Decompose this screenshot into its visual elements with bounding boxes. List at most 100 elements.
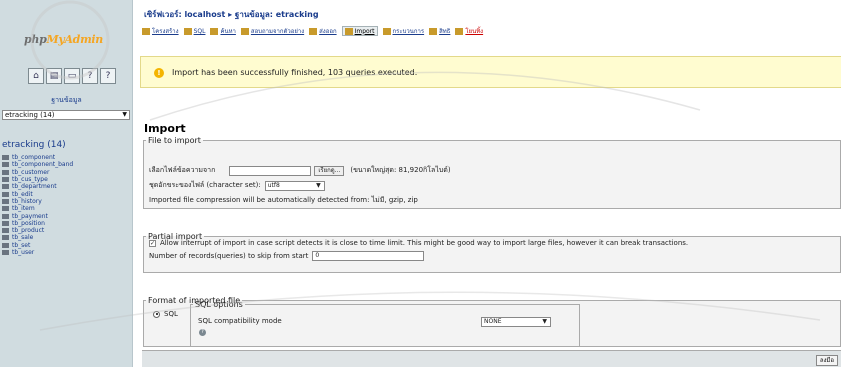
table-row[interactable]: tb_history [2, 198, 130, 205]
database-label: ฐานข้อมูล [51, 96, 82, 104]
tab-label: SQL [193, 27, 206, 35]
table-name: tb_set [12, 241, 31, 249]
table-icon [2, 220, 9, 226]
sql-format-radio[interactable] [153, 310, 160, 318]
table-icon [2, 228, 9, 234]
table-row[interactable]: tb_set [2, 242, 130, 249]
table-name: tb_position [12, 219, 45, 227]
table-icon [2, 169, 9, 175]
table-name: tb_component_band [12, 161, 74, 169]
sidebar-icon-row: ⌂ ▤ ▭ ? ? [28, 68, 116, 84]
tab-label: ส่งออก [319, 28, 337, 35]
table-row[interactable]: tb_item [2, 205, 130, 212]
browse-button[interactable]: เรียกดู... [314, 165, 345, 176]
table-name: tb_customer [12, 168, 50, 176]
database-select-value: etracking (14) [5, 111, 55, 119]
charset-select[interactable]: utf8 ▼ [264, 180, 325, 191]
breadcrumb[interactable]: เซิร์ฟเวอร์: localhost ▸ ฐานข้อมูล: etra… [144, 8, 319, 21]
tab-icon [429, 27, 438, 35]
tab-icon [183, 27, 192, 35]
tab-label: สอบถามจากตัวอย่าง [250, 28, 305, 35]
table-row[interactable]: tb_user [2, 249, 130, 256]
phpmyadmin-logo[interactable]: phpMyAdmin [24, 33, 104, 47]
skip-label: Number of records(queries) to skip from … [149, 252, 309, 260]
form-footer: ลงมือ [142, 350, 841, 367]
table-icon [2, 250, 9, 255]
table-row[interactable]: tb_product [2, 227, 130, 234]
tab-bar: โครงสร้าง SQL ค้นหา สอบถามจากตัวอย่าง ส่งออก… [142, 26, 483, 36]
sql-format-label: SQL [164, 310, 178, 318]
tab-label: โครงสร้าง [152, 28, 179, 35]
database-title-link[interactable]: etracking (14) [2, 140, 66, 150]
docs-icon[interactable]: ? [82, 68, 98, 84]
tab-icon [240, 27, 249, 35]
tab-label: Import [354, 27, 375, 35]
allow-interrupt-label: Allow interrupt of import in case script… [160, 239, 689, 247]
file-location-label: เลือกไฟล์ข้อความจาก [149, 166, 216, 174]
tab-1[interactable]: SQL [183, 26, 206, 36]
table-name: tb_payment [12, 212, 48, 220]
table-icon [2, 191, 9, 197]
notice-text: Import has been successfully finished, 1… [172, 68, 418, 77]
tab-4[interactable]: ส่งออก [309, 26, 337, 36]
charset-row: ชุดอักขระของไฟล์ (character set): utf8 ▼ [149, 180, 325, 191]
file-location-row: เลือกไฟล์ข้อความจาก เรียกดู... (ขนาดใหญ่… [149, 165, 451, 176]
table-row[interactable]: tb_sale [2, 234, 130, 241]
tab-icon [142, 27, 150, 35]
compat-select[interactable]: NONE ▼ [481, 317, 551, 327]
query-window-icon[interactable]: ▭ [64, 68, 80, 84]
tab-5[interactable]: Import [341, 26, 378, 36]
tab-8[interactable]: โยนทิ้ง [455, 26, 483, 36]
table-icon [2, 162, 9, 168]
table-icon [2, 206, 9, 212]
home-icon[interactable]: ⌂ [28, 68, 44, 84]
go-button[interactable]: ลงมือ [815, 355, 838, 366]
table-icon [2, 242, 9, 248]
table-name: tb_cus_type [12, 176, 48, 184]
table-row[interactable]: tb_department [2, 183, 130, 190]
help-row: ? [199, 329, 206, 336]
skip-row: Number of records(queries) to skip from … [149, 251, 425, 261]
chevron-down-icon: ▼ [316, 181, 321, 189]
table-row[interactable]: tb_edit [2, 190, 130, 198]
chevron-down-icon: ▼ [542, 318, 547, 325]
table-icon [2, 235, 9, 241]
tab-7[interactable]: สิทธิ [429, 26, 450, 36]
tab-label: โยนทิ้ง [465, 28, 484, 35]
charset-select-value: utf8 [267, 181, 280, 189]
table-row[interactable]: tb_position [2, 220, 130, 227]
tab-label: ค้นหา [220, 28, 236, 35]
app-window: phpMyAdmin ⌂ ▤ ▭ ? ? ฐานข้อมูล etracking… [0, 0, 841, 367]
skip-input[interactable]: 0 [312, 251, 425, 261]
table-row[interactable]: tb_customer [2, 169, 130, 176]
tab-icon [309, 27, 318, 35]
tab-icon [210, 27, 219, 35]
help-icon[interactable]: ? [199, 329, 206, 336]
compat-select-value: NONE [484, 318, 502, 325]
file-input[interactable] [229, 165, 312, 176]
tab-2[interactable]: ค้นหา [210, 26, 236, 36]
tab-6[interactable]: กระบวนการ [382, 26, 425, 36]
tab-0[interactable]: โครงสร้าง [142, 26, 179, 36]
tab-3[interactable]: สอบถามจากตัวอย่าง [240, 26, 305, 36]
table-name: tb_history [12, 197, 42, 205]
table-name: tb_sale [12, 234, 34, 242]
table-icon [2, 184, 9, 190]
file-to-import-legend: File to import [148, 136, 201, 145]
table-row[interactable]: tb_component [2, 154, 130, 161]
table-name: tb_product [12, 227, 45, 235]
database-select[interactable]: etracking (14) ▼ [2, 110, 130, 120]
allow-interrupt-checkbox[interactable]: ✓ [149, 239, 156, 247]
table-row[interactable]: tb_cus_type [2, 176, 130, 183]
logo-text-php: php [24, 33, 47, 46]
table-row[interactable]: tb_payment [2, 212, 130, 220]
sql-options-legend: SQL options [195, 300, 243, 309]
sql-format-row: SQL [153, 310, 178, 318]
charset-label: ชุดอักขระของไฟล์ (character set): [149, 181, 261, 189]
success-notice: ! Import has been successfully finished,… [140, 56, 841, 88]
sql-icon[interactable]: ▤ [46, 68, 62, 84]
docs2-icon[interactable]: ? [100, 68, 116, 84]
tab-label: กระบวนการ [392, 28, 425, 35]
compat-row: SQL compatibility mode [198, 317, 282, 325]
table-row[interactable]: tb_component_band [2, 161, 130, 168]
